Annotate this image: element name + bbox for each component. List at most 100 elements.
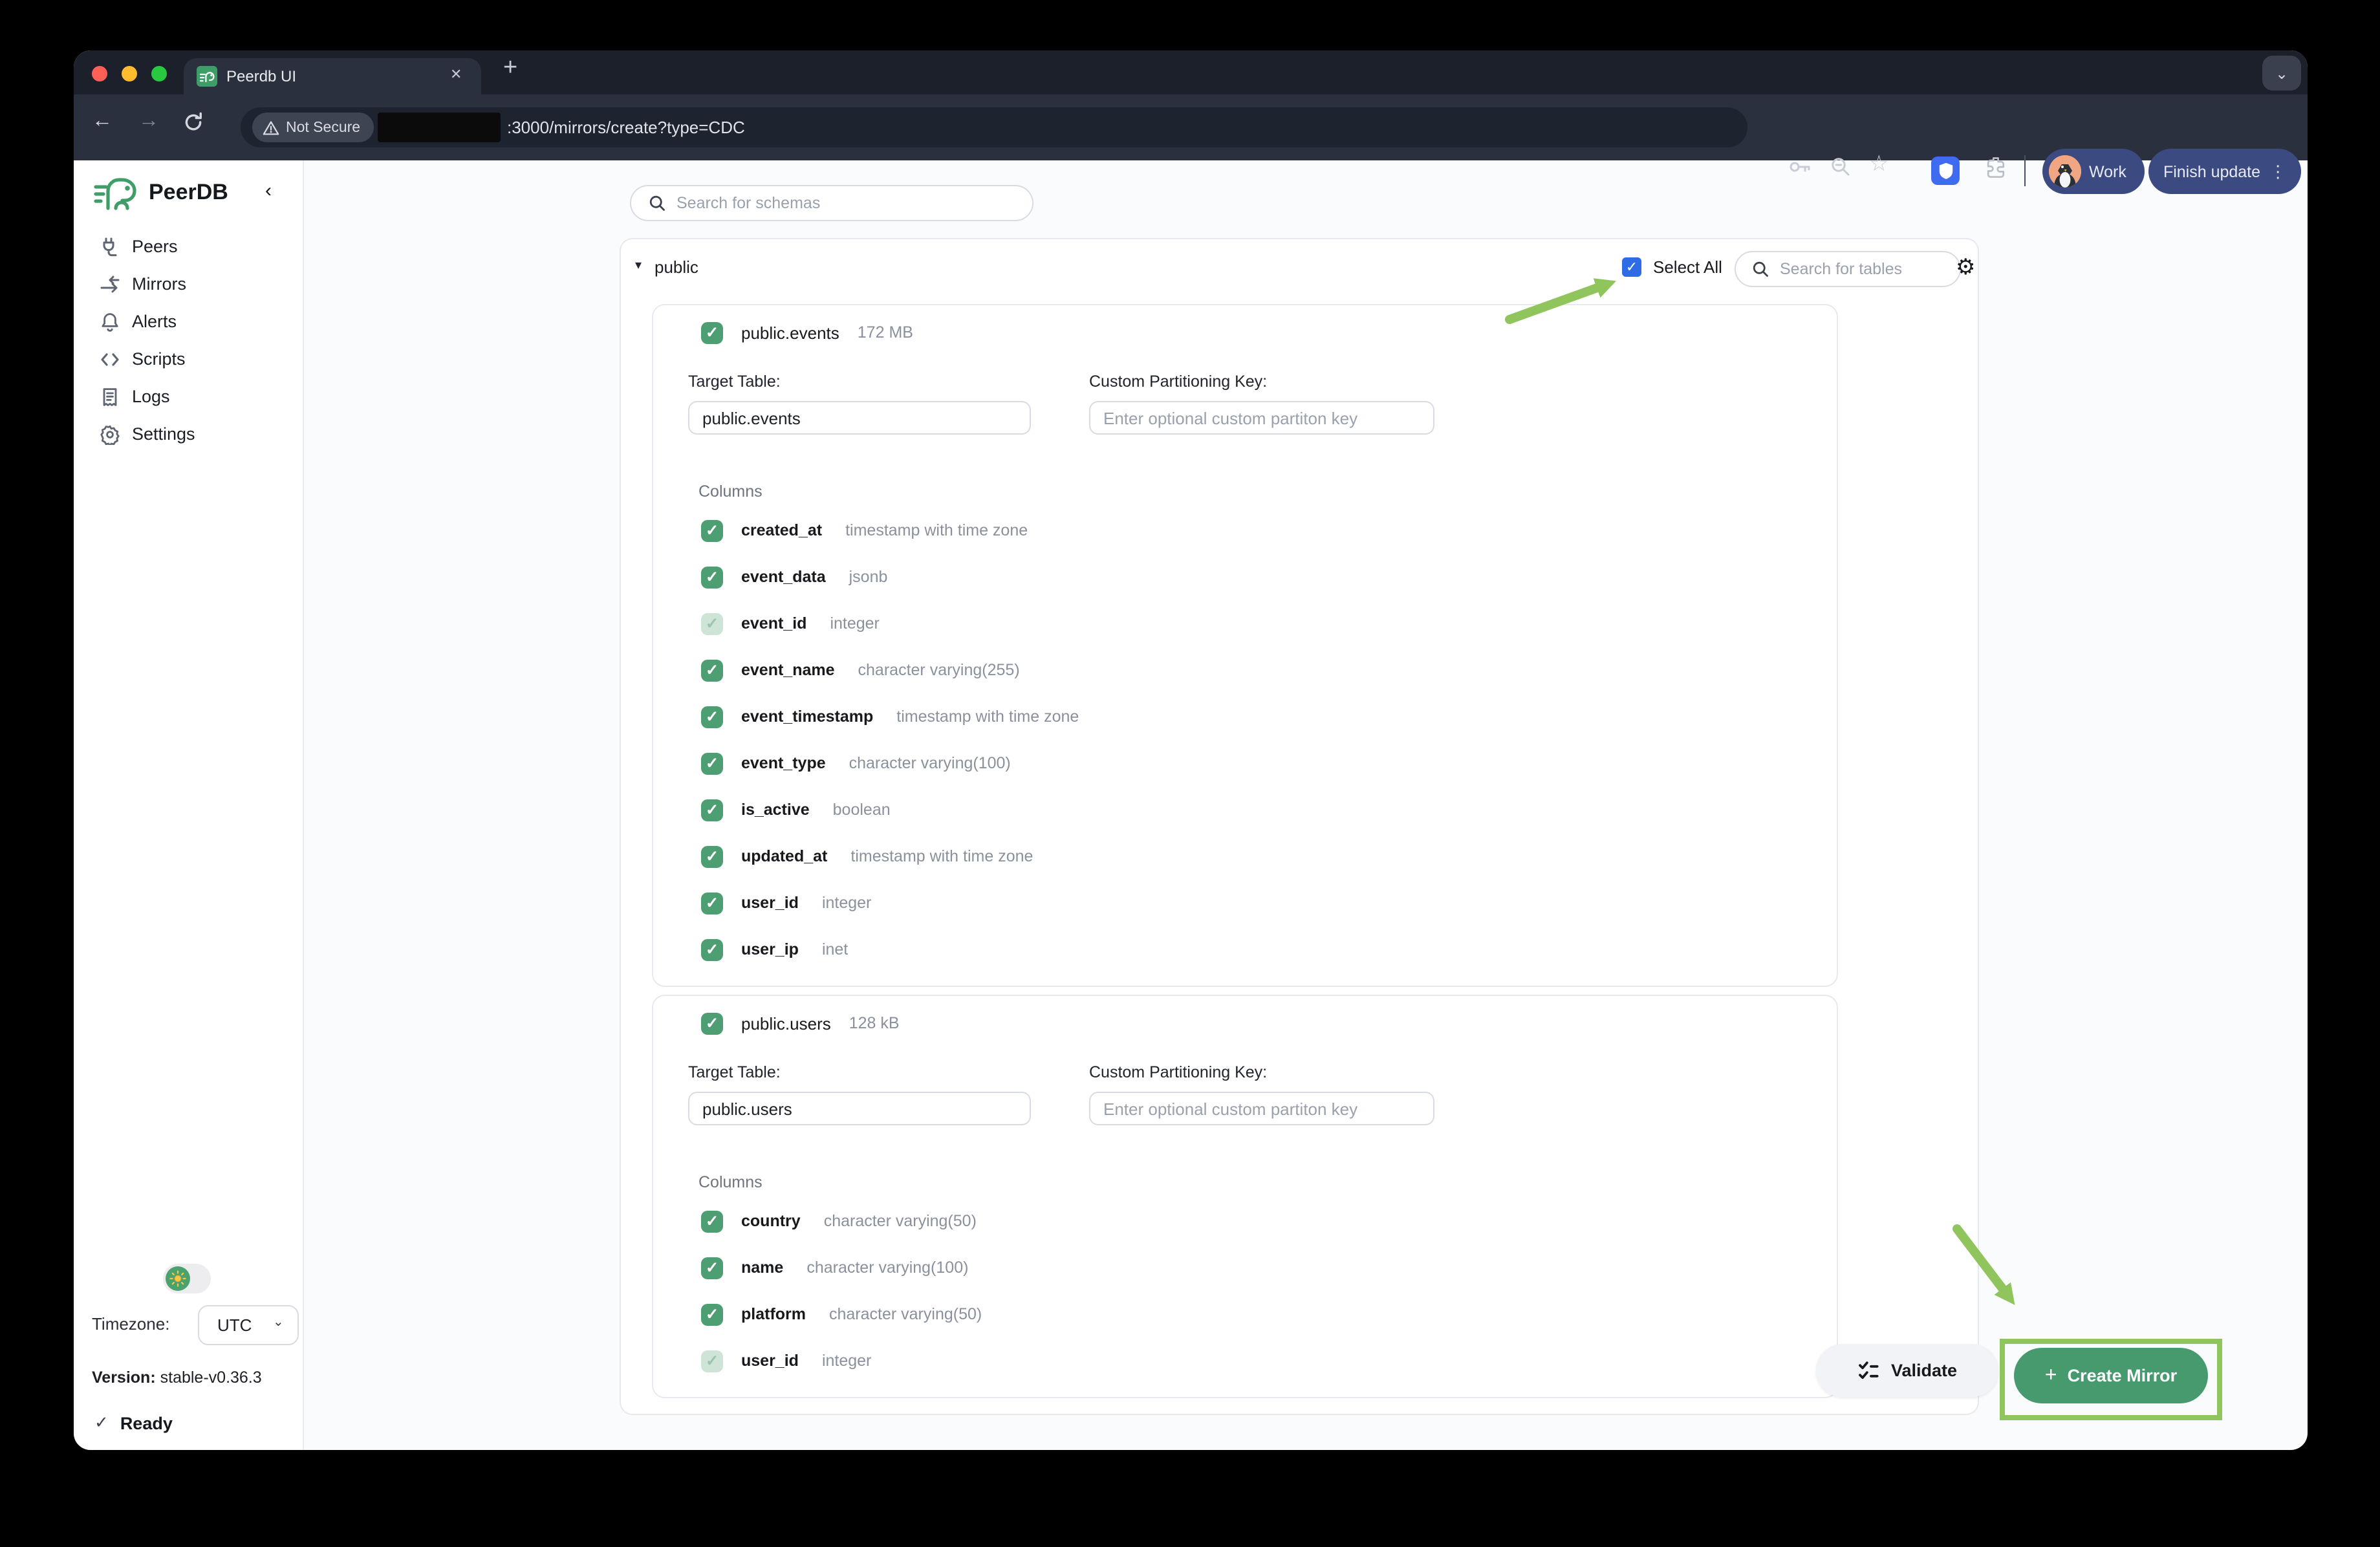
forward-icon[interactable]: → bbox=[138, 110, 159, 133]
table-checkbox[interactable]: ✓ bbox=[701, 1012, 723, 1034]
minimize-window-button[interactable] bbox=[122, 66, 137, 81]
search-icon bbox=[1751, 260, 1769, 278]
table-search-input[interactable]: Search for tables bbox=[1735, 251, 1961, 287]
version-label: Version: bbox=[92, 1368, 156, 1387]
back-icon[interactable]: ← bbox=[92, 110, 113, 133]
redacted-url-host bbox=[378, 113, 501, 142]
sidebar-nav: Peers MirrorsAlerts Scripts Logs Settings bbox=[74, 228, 303, 453]
toolbar-divider bbox=[2024, 155, 2026, 186]
sidebar-collapse-icon[interactable]: ‹ bbox=[265, 180, 272, 202]
close-window-button[interactable] bbox=[92, 66, 107, 81]
partition-key-input[interactable] bbox=[1089, 1092, 1434, 1125]
validate-button[interactable]: Validate bbox=[1816, 1344, 1998, 1397]
adblock-shield-icon[interactable] bbox=[1931, 157, 1960, 185]
bookmark-star-icon[interactable]: ☆ bbox=[1869, 151, 1889, 177]
table-settings-gear-icon[interactable]: ⚙ bbox=[1956, 255, 1976, 281]
address-bar[interactable]: Not Secure :3000/mirrors/create?type=CDC bbox=[241, 107, 1747, 147]
column-name: event_name bbox=[741, 661, 835, 679]
schema-search-input[interactable]: Search for schemas bbox=[630, 185, 1033, 221]
table-checkbox[interactable]: ✓ bbox=[701, 321, 723, 343]
close-tab-icon[interactable]: ✕ bbox=[450, 66, 462, 83]
site-security-chip[interactable]: Not Secure bbox=[252, 113, 373, 142]
light-mode-knob bbox=[166, 1266, 190, 1291]
column-type: character varying(255) bbox=[858, 661, 1020, 679]
column-name: name bbox=[741, 1259, 783, 1277]
zoom-window-button[interactable] bbox=[151, 66, 167, 81]
check-icon: ✓ bbox=[94, 1412, 109, 1433]
column-checkbox[interactable]: ✓ bbox=[701, 799, 723, 821]
target-table-field: Target Table: bbox=[688, 373, 1031, 435]
sidebar-item-peers[interactable]: Peers bbox=[74, 228, 303, 265]
column-row-is_active: ✓is_activeboolean bbox=[653, 786, 1837, 833]
extensions-puzzle-icon[interactable] bbox=[1983, 155, 2010, 182]
brand-row: PeerDB ‹ bbox=[74, 160, 303, 228]
column-checkbox[interactable]: ✓ bbox=[701, 659, 723, 681]
table-name: public.events bbox=[741, 323, 839, 342]
reload-icon[interactable] bbox=[182, 111, 204, 133]
column-name: event_type bbox=[741, 754, 826, 772]
timezone-label: Timezone: bbox=[92, 1314, 169, 1334]
select-all-label: Select All bbox=[1653, 257, 1722, 277]
browser-tab[interactable]: Peerdb UI ✕ bbox=[184, 58, 481, 94]
column-name: event_id bbox=[741, 614, 806, 633]
column-row-event_timestamp: ✓event_timestamptimestamp with time zone bbox=[653, 693, 1837, 740]
validate-label: Validate bbox=[1891, 1361, 1957, 1380]
password-key-icon[interactable] bbox=[1786, 154, 1812, 180]
column-checkbox[interactable]: ✓ bbox=[701, 1257, 723, 1279]
column-row-name: ✓ name character varying(100) bbox=[653, 1244, 1837, 1291]
column-checkbox[interactable]: ✓ bbox=[701, 566, 723, 588]
partition-key-label: Custom Partitioning Key: bbox=[1089, 1063, 1434, 1081]
sidebar-item-label: Settings bbox=[132, 424, 195, 444]
column-type: character varying(100) bbox=[849, 754, 1011, 772]
column-checkbox[interactable]: ✓ bbox=[701, 1303, 723, 1325]
column-name: event_data bbox=[741, 568, 826, 586]
profile-chip[interactable]: Work bbox=[2042, 149, 2145, 194]
new-tab-icon[interactable]: + bbox=[503, 54, 517, 83]
accordion-caret-icon[interactable]: ▾ bbox=[635, 259, 642, 273]
sidebar-item-mirrors[interactable]: Mirrors bbox=[74, 265, 303, 303]
column-checkbox[interactable]: ✓ bbox=[701, 752, 723, 774]
tab-search-button[interactable]: ⌄ bbox=[2262, 56, 2301, 91]
version-value: stable-v0.36.3 bbox=[160, 1368, 262, 1387]
column-checkbox[interactable]: ✓ bbox=[701, 1210, 723, 1232]
column-checkbox[interactable]: ✓ bbox=[701, 519, 723, 541]
security-label: Not Secure bbox=[286, 120, 360, 135]
browser-menu-dots-icon[interactable]: ⋮ bbox=[2269, 161, 2286, 182]
shield-glyph bbox=[1937, 162, 1954, 180]
chevron-down-icon: ⌄ bbox=[273, 1315, 284, 1330]
column-checkbox[interactable]: ✓ bbox=[701, 938, 723, 960]
sidebar-item-logs[interactable]: Logs bbox=[74, 378, 303, 415]
finish-update-button[interactable]: Finish update ⋮ bbox=[2148, 149, 2301, 194]
receipt-icon bbox=[100, 386, 120, 407]
column-row-event_name: ✓ event_name character varying(255) bbox=[653, 647, 1837, 693]
column-row-country: ✓countrycharacter varying(50) bbox=[653, 1198, 1837, 1244]
sidebar-item-scripts[interactable]: Scripts bbox=[74, 340, 303, 378]
column-checkbox[interactable]: ✓ bbox=[701, 706, 723, 728]
zoom-search-icon[interactable] bbox=[1828, 154, 1854, 180]
sidebar-item-label: Scripts bbox=[132, 349, 186, 369]
finish-update-label: Finish update bbox=[2163, 162, 2260, 180]
schema-name[interactable]: public bbox=[654, 257, 698, 277]
timezone-select[interactable]: UTC ⌄ bbox=[198, 1305, 299, 1345]
screen: Peerdb UI ✕ + ⌄ ← → bbox=[0, 0, 2380, 1547]
theme-toggle[interactable] bbox=[163, 1264, 211, 1293]
column-type: character varying(50) bbox=[824, 1212, 977, 1230]
target-table-input[interactable] bbox=[688, 1092, 1031, 1125]
avatar bbox=[2049, 155, 2081, 188]
column-checkbox[interactable]: ✓ bbox=[701, 845, 723, 867]
column-checkbox[interactable]: ✓ bbox=[701, 892, 723, 914]
timezone-value: UTC bbox=[217, 1315, 252, 1335]
schema-search-placeholder: Search for schemas bbox=[676, 194, 820, 212]
partition-key-input[interactable] bbox=[1089, 401, 1434, 435]
column-row-platform: ✓platformcharacter varying(50) bbox=[653, 1291, 1837, 1337]
column-checkbox: ✓ bbox=[701, 612, 723, 634]
column-name: user_id bbox=[741, 1352, 799, 1370]
column-type: inet bbox=[822, 940, 848, 958]
column-type: character varying(100) bbox=[806, 1259, 968, 1277]
sidebar-item-alerts[interactable]: Alerts bbox=[74, 303, 303, 340]
sidebar-item-settings[interactable]: Settings bbox=[74, 415, 303, 453]
sidebar-item-label: Peers bbox=[132, 237, 178, 256]
sidebar-item-label: Logs bbox=[132, 387, 170, 406]
create-mirror-button[interactable]: + Create Mirror bbox=[2014, 1348, 2208, 1403]
target-table-input[interactable] bbox=[688, 401, 1031, 435]
